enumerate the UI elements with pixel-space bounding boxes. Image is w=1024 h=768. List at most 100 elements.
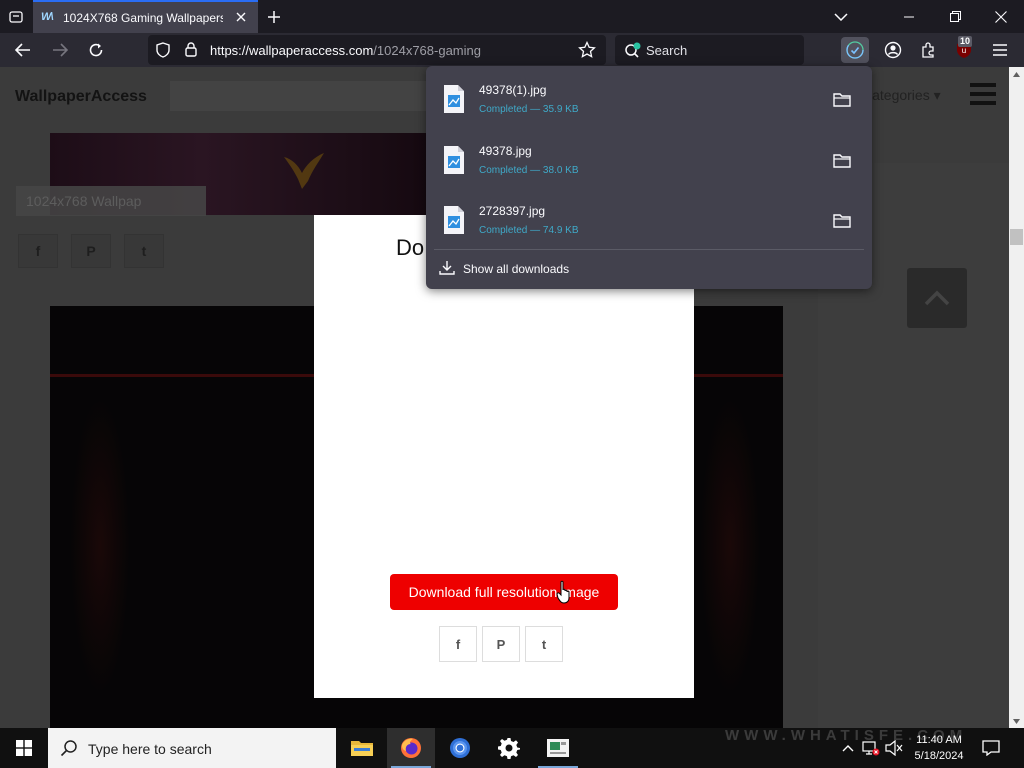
twitter-icon: t — [141, 243, 147, 259]
download-status: Completed — 35.9 KB — [479, 104, 579, 115]
ublock-count-badge: 10 — [958, 36, 973, 47]
site-favicon-icon: W\ — [41, 10, 53, 23]
twitter-share-button[interactable]: t — [124, 234, 164, 268]
arrow-right-icon — [53, 43, 68, 57]
restore-button[interactable] — [932, 0, 978, 33]
chevron-down-icon — [834, 12, 848, 21]
url-host: https://wallpaperaccess.com — [210, 43, 374, 58]
screen: W\ 1024X768 Gaming Wallpapers - (https:… — [0, 0, 1024, 768]
firefox-icon — [401, 738, 421, 758]
download-item[interactable]: 49378(1).jpg Completed — 35.9 KB — [434, 69, 864, 125]
tab-list-button[interactable] — [4, 5, 28, 29]
tab-bar: W\ 1024X768 Gaming Wallpapers - ( — [0, 0, 1024, 33]
pinterest-share-button[interactable]: P — [71, 234, 111, 268]
close-window-button[interactable] — [978, 0, 1024, 33]
folder-icon[interactable] — [832, 212, 852, 230]
site-menu-button[interactable] — [970, 83, 996, 105]
facebook-icon: f — [35, 243, 41, 259]
download-complete-icon — [846, 41, 864, 59]
download-item[interactable]: 49378.jpg Completed — 38.0 KB — [434, 130, 864, 186]
tab-close-button[interactable] — [232, 8, 250, 26]
folder-icon[interactable] — [832, 152, 852, 170]
reload-icon — [89, 43, 103, 57]
image-file-icon — [444, 146, 464, 174]
url-text: https://wallpaperaccess.com/1024x768-gam… — [210, 43, 481, 58]
search-engine-icon — [625, 42, 641, 58]
download-filename: 2728397.jpg — [479, 204, 546, 218]
download-full-resolution-button[interactable]: Download full resolution image — [390, 574, 618, 610]
plus-icon — [268, 11, 280, 23]
account-button[interactable] — [879, 37, 907, 63]
arrow-left-icon — [15, 43, 30, 57]
twitter-icon: t — [541, 636, 547, 652]
close-icon — [236, 12, 246, 22]
folder-icon — [351, 741, 373, 756]
url-bar[interactable]: https://wallpaperaccess.com/1024x768-gam… — [148, 35, 606, 65]
bookmark-star-button[interactable] — [578, 40, 596, 64]
categories-menu[interactable]: Categories ▾ — [862, 87, 941, 104]
modal-facebook-button[interactable]: f — [439, 626, 477, 662]
download-item[interactable]: 2728397.jpg Completed — 74.9 KB — [434, 190, 864, 246]
puzzle-icon — [922, 42, 934, 58]
image-file-icon — [444, 85, 464, 113]
show-all-downloads-button[interactable]: Show all downloads — [434, 256, 864, 282]
new-tab-button[interactable] — [262, 5, 286, 29]
reload-button[interactable] — [83, 37, 109, 63]
download-filename: 49378(1).jpg — [479, 83, 547, 97]
scroll-down-button[interactable] — [1009, 714, 1024, 728]
categories-label: Categories — [862, 87, 930, 103]
hand-cursor-icon — [556, 580, 570, 604]
wallpaper-glow-left — [70, 396, 130, 696]
settings-app[interactable] — [485, 728, 533, 768]
modal-twitter-button[interactable]: t — [525, 626, 563, 662]
page-scrollbar[interactable] — [1009, 67, 1024, 728]
windows-logo-icon — [16, 740, 32, 756]
photo-viewer-app[interactable] — [534, 728, 582, 768]
lock-icon — [185, 42, 197, 57]
taskbar-search-box[interactable]: Type here to search — [48, 728, 336, 768]
image-viewer-icon — [547, 739, 569, 757]
page-heading: 1024x768 Wallpap — [16, 186, 206, 216]
modal-pinterest-button[interactable]: P — [482, 626, 520, 662]
chevron-up-icon — [924, 290, 950, 306]
search-icon — [60, 740, 77, 757]
tab-list-icon — [9, 11, 23, 23]
restore-icon — [949, 11, 961, 22]
start-button[interactable] — [0, 728, 48, 768]
gear-icon — [498, 738, 520, 759]
folder-icon[interactable] — [832, 91, 852, 109]
back-button[interactable] — [10, 37, 36, 63]
search-bar[interactable]: Search — [615, 35, 804, 65]
watermark-text: WWW.WHATISFE.COM — [725, 727, 968, 744]
show-all-downloads-label: Show all downloads — [463, 262, 570, 276]
modal-title: Do — [396, 235, 425, 260]
tab-overflow-button[interactable] — [818, 0, 864, 33]
categories-arrow: ▾ — [933, 87, 941, 103]
app-menu-button[interactable] — [986, 37, 1014, 63]
browser-tab-active[interactable]: W\ 1024X768 Gaming Wallpapers - ( — [33, 0, 258, 33]
scroll-to-top-button[interactable] — [907, 268, 967, 328]
scroll-up-button[interactable] — [1009, 67, 1024, 81]
downloads-button[interactable] — [841, 37, 869, 63]
pinterest-icon: P — [496, 636, 506, 652]
star-icon — [578, 40, 596, 58]
search-placeholder: Search — [646, 43, 688, 58]
image-file-icon — [444, 206, 464, 234]
navigation-toolbar: https://wallpaperaccess.com/1024x768-gam… — [0, 33, 1024, 67]
forward-button[interactable] — [47, 37, 73, 63]
wallpaper-glow-right — [700, 396, 760, 696]
file-explorer-app[interactable] — [338, 728, 386, 768]
download-status: Completed — 38.0 KB — [479, 165, 579, 176]
site-logo[interactable]: WallpaperAccess — [15, 88, 147, 106]
url-path: /1024x768-gaming — [373, 43, 481, 58]
facebook-share-button[interactable]: f — [18, 234, 58, 268]
scrollbar-thumb[interactable] — [1010, 229, 1023, 245]
firefox-app[interactable] — [387, 728, 435, 768]
downloads-panel: 49378(1).jpg Completed — 35.9 KB 49378.j… — [426, 66, 872, 289]
svg-text:u: u — [962, 46, 966, 55]
caret-up-icon — [1013, 71, 1020, 77]
chrome-app[interactable] — [436, 728, 484, 768]
minimize-button[interactable] — [886, 0, 932, 33]
notification-center-button[interactable] — [982, 739, 1000, 757]
extensions-button[interactable] — [915, 37, 943, 63]
